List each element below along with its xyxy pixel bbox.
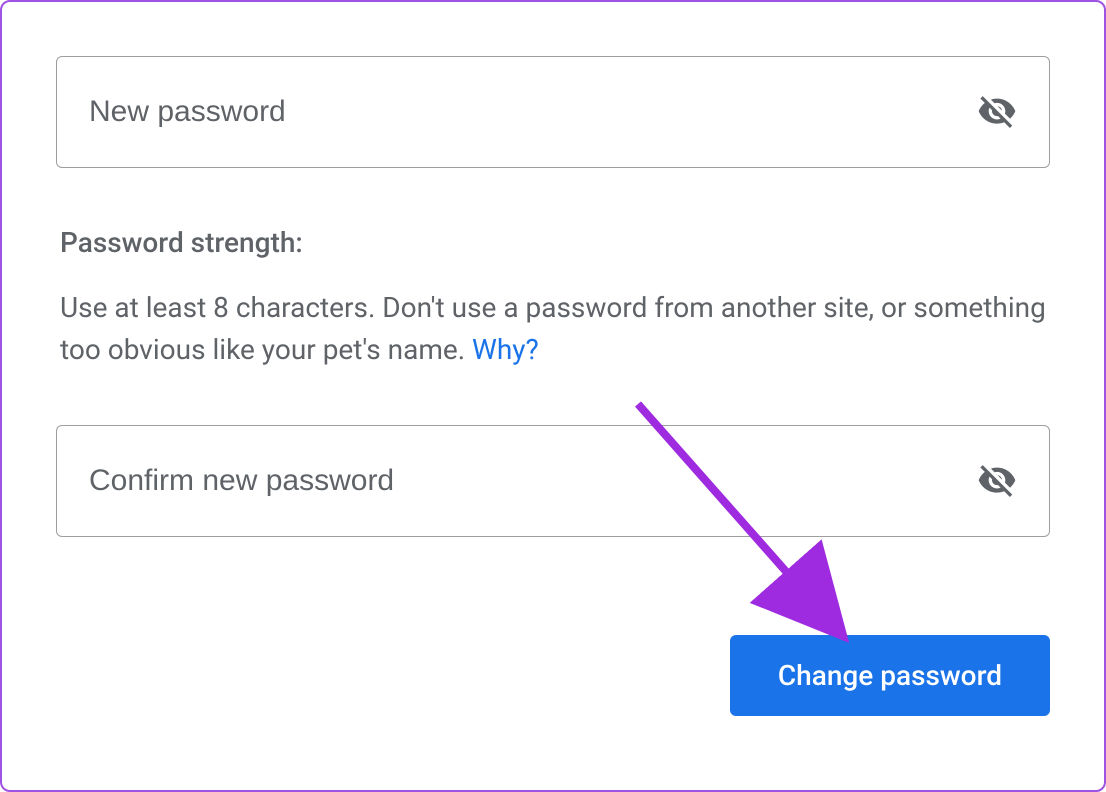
password-strength-description: Use at least 8 characters. Don't use a p… — [60, 287, 1046, 371]
visibility-off-icon[interactable] — [973, 457, 1021, 505]
password-strength-label: Password strength: — [60, 226, 1046, 259]
visibility-off-icon[interactable] — [973, 88, 1021, 136]
submit-row: Change password — [56, 635, 1050, 716]
confirm-password-input[interactable] — [89, 464, 947, 498]
password-strength-block: Password strength: Use at least 8 charac… — [56, 226, 1050, 371]
confirm-password-field-wrap — [56, 425, 1050, 537]
new-password-input[interactable] — [89, 95, 947, 129]
change-password-button[interactable]: Change password — [730, 635, 1050, 716]
password-strength-text: Use at least 8 characters. Don't use a p… — [60, 291, 1046, 366]
why-link[interactable]: Why? — [472, 333, 539, 366]
new-password-field-wrap — [56, 56, 1050, 168]
